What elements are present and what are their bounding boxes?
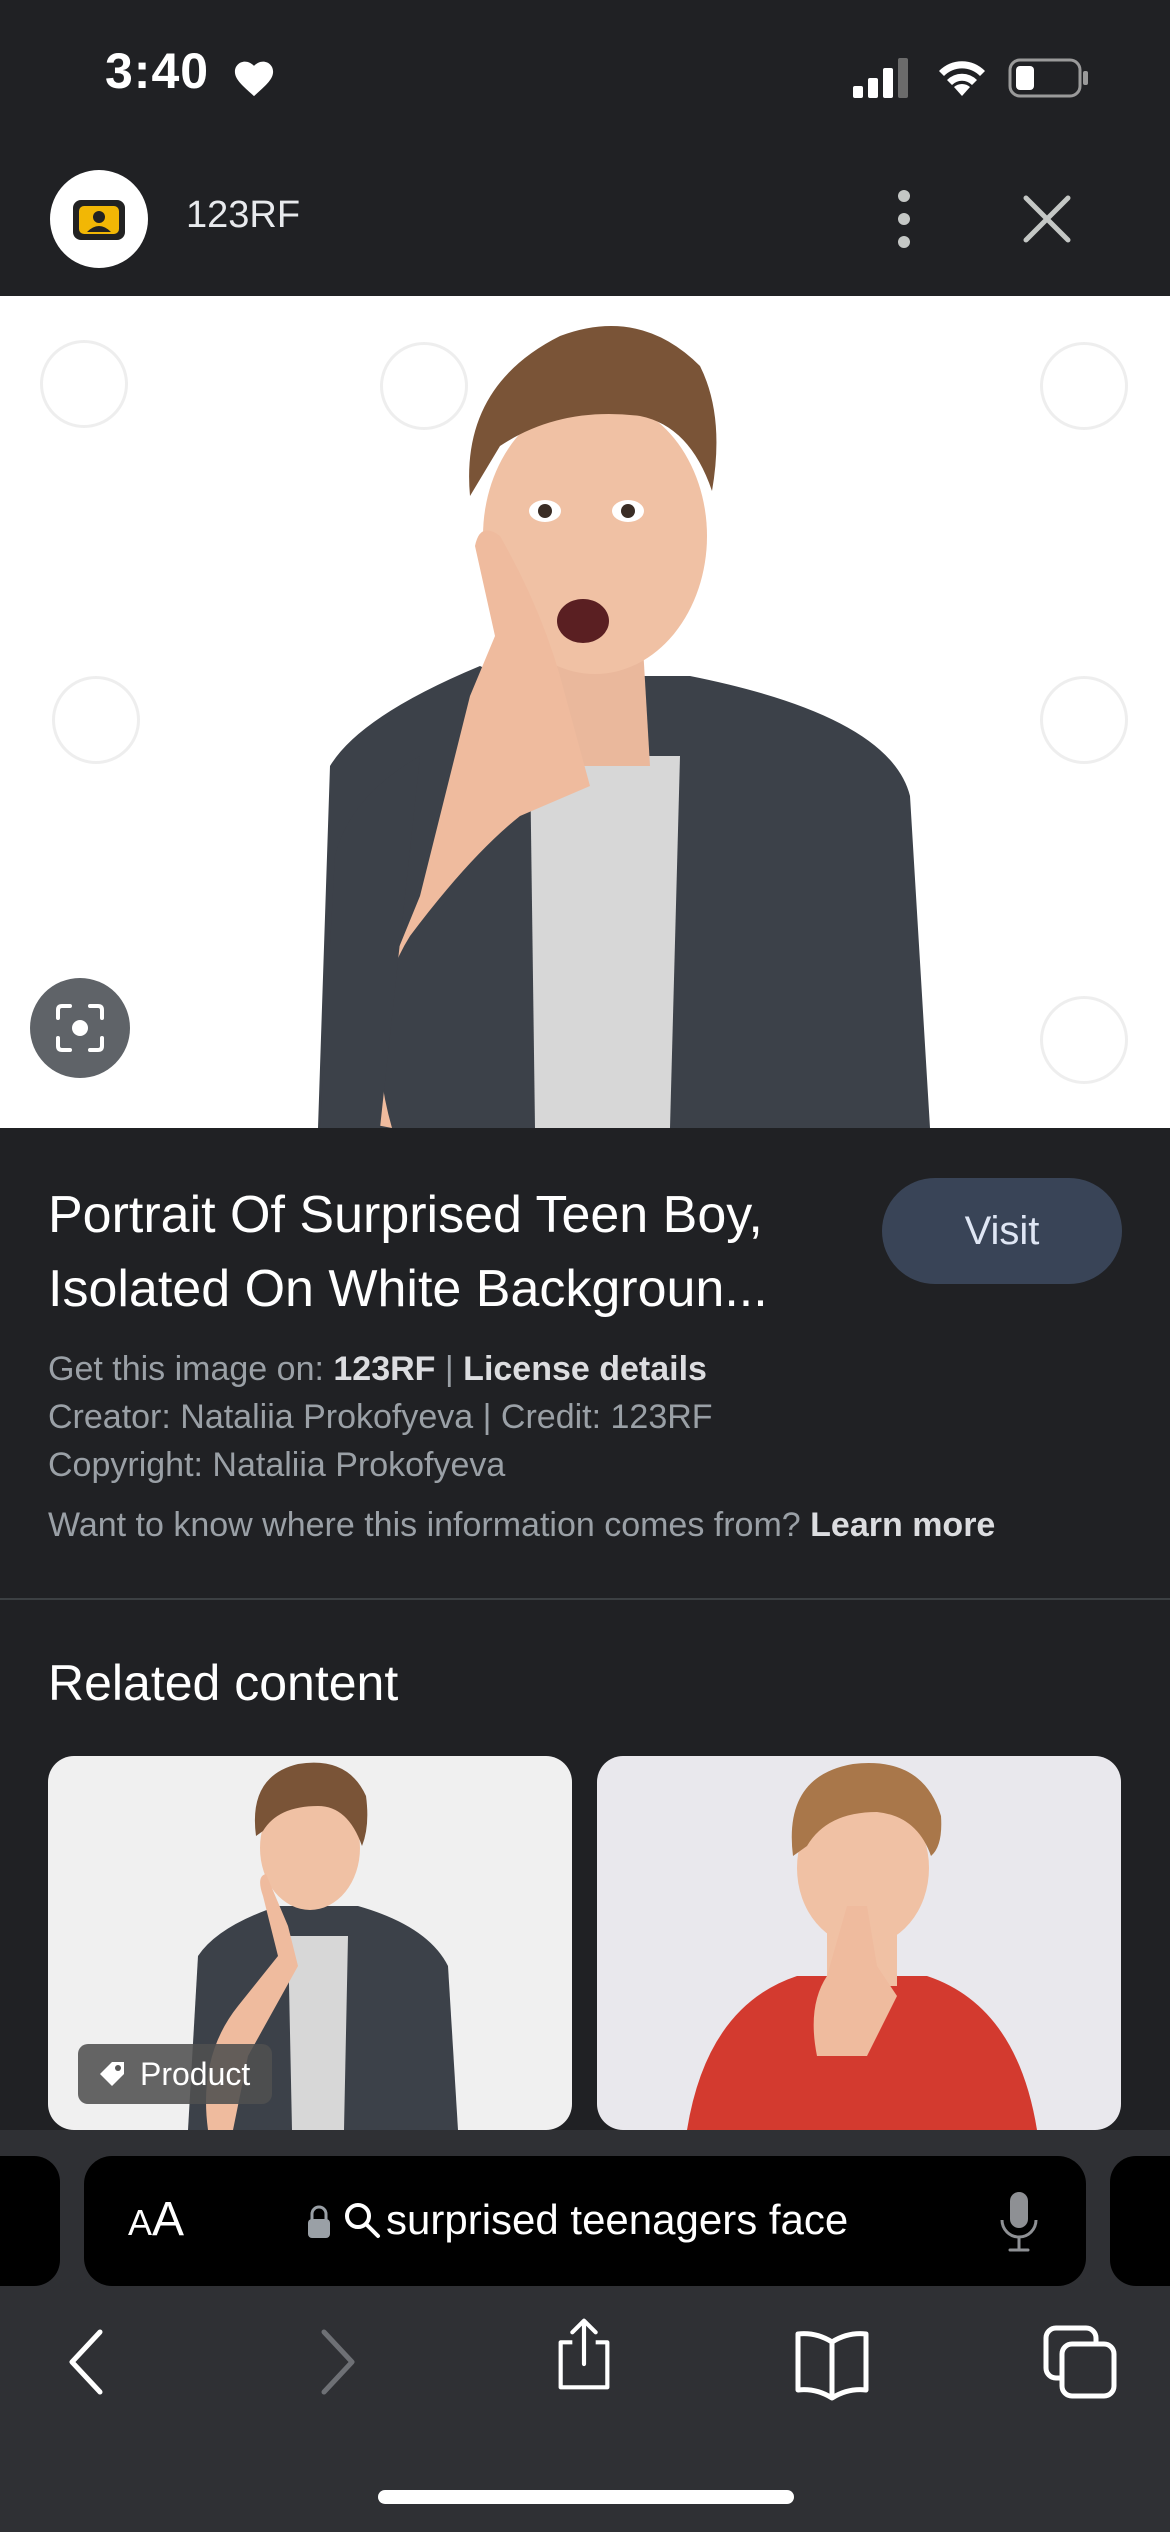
tag-icon: [100, 2062, 124, 2086]
lock-icon: [308, 2205, 330, 2238]
site-logo[interactable]: [50, 170, 148, 268]
portrait-illustration: [318, 326, 930, 1128]
source-line: Get this image on: 123RF | License detai…: [48, 1350, 707, 1389]
site-name[interactable]: 123RF: [186, 194, 300, 237]
learn-more-link[interactable]: Learn more: [810, 1506, 995, 1544]
status-time: 3:40: [105, 43, 210, 99]
source-separator: |: [435, 1350, 464, 1388]
source-prefix: Get this image on:: [48, 1350, 334, 1388]
bookmarks-icon[interactable]: [792, 2322, 872, 2402]
close-icon[interactable]: [1016, 188, 1078, 250]
main-image[interactable]: [0, 296, 1170, 1128]
url-text[interactable]: surprised teenagers face: [386, 2196, 848, 2244]
aa-large-letter: A: [152, 2193, 185, 2246]
lens-icon: [56, 1004, 104, 1052]
related-content-title: Related content: [48, 1655, 399, 1711]
home-indicator[interactable]: [378, 2490, 794, 2504]
product-badge-label: Product: [140, 2055, 251, 2092]
info-question: Want to know where this information come…: [48, 1506, 811, 1544]
search-icon: [345, 2203, 380, 2238]
source-name[interactable]: 123RF: [333, 1350, 435, 1388]
share-icon[interactable]: [546, 2314, 622, 2394]
tabs-icon[interactable]: [1040, 2322, 1120, 2402]
info-line: Want to know where this information come…: [48, 1506, 995, 1545]
heart-icon: [234, 61, 274, 97]
divider: [0, 1598, 1170, 1600]
microphone-icon[interactable]: [998, 2190, 1040, 2254]
site-logo-icon: [73, 200, 125, 240]
license-details-link[interactable]: License details: [463, 1350, 707, 1388]
related-thumbnail: [687, 1763, 1037, 2130]
previous-tab-preview[interactable]: [0, 2156, 60, 2286]
forward-icon[interactable]: [308, 2322, 368, 2402]
lens-button[interactable]: [30, 978, 130, 1078]
related-card[interactable]: [597, 1756, 1121, 2130]
reader-settings-button[interactable]: AA: [128, 2192, 184, 2247]
back-icon[interactable]: [56, 2322, 116, 2402]
creator-line: Creator: Nataliia Prokofyeva | Credit: 1…: [48, 1398, 713, 1436]
battery-icon: [1008, 58, 1088, 98]
signal-icon: [853, 58, 908, 98]
result-title[interactable]: Portrait Of Surprised Teen Boy, Isolated…: [48, 1178, 848, 1326]
aa-small-letter: A: [128, 2202, 153, 2243]
wifi-icon: [939, 61, 985, 96]
next-tab-preview[interactable]: [1110, 2156, 1170, 2286]
copyright-line: Copyright: Nataliia Prokofyeva: [48, 1446, 506, 1484]
product-badge: Product: [78, 2044, 273, 2104]
related-card[interactable]: Product: [48, 1756, 572, 2130]
more-vert-icon[interactable]: [880, 184, 928, 254]
visit-button[interactable]: Visit: [882, 1178, 1122, 1284]
